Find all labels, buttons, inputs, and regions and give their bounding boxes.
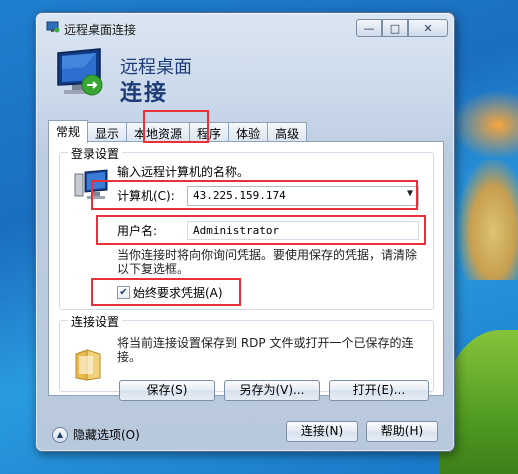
computer-label: 计算机(C):	[117, 189, 175, 203]
tab-display[interactable]: 显示	[87, 122, 128, 142]
connection-settings-title: 连接设置	[68, 313, 123, 330]
always-ask-label[interactable]: 始终要求凭据(A)	[133, 284, 223, 301]
username-field[interactable]: Administrator	[187, 221, 419, 240]
computer-value: 43.225.159.174	[193, 189, 286, 202]
save-button[interactable]: 保存(S)	[119, 380, 215, 401]
computer-icon	[74, 169, 108, 199]
caption-buttons: — □ ✕	[356, 19, 448, 37]
computer-combobox[interactable]: 43.225.159.174 ▼	[187, 186, 419, 206]
hero-title-line2: 连接	[120, 81, 169, 106]
chevron-up-icon[interactable]: ▲	[52, 426, 68, 443]
tab-general[interactable]: 常规	[48, 120, 89, 143]
tab-local-resources[interactable]: 本地资源	[126, 122, 191, 142]
check-icon: ✔	[119, 287, 128, 298]
open-button[interactable]: 打开(E)...	[329, 380, 429, 401]
tab-programs[interactable]: 程序	[189, 122, 230, 142]
maximize-button[interactable]: □	[382, 19, 408, 37]
tab-experience[interactable]: 体验	[228, 122, 269, 142]
help-button[interactable]: 帮助(H)	[366, 421, 438, 442]
general-tab-panel: 登录设置 输入远程计算机的名称。 计算机(C): 43.225.159.174 …	[48, 141, 444, 401]
wallpaper-tree	[458, 160, 518, 280]
username-label: 用户名:	[117, 224, 158, 238]
folder-icon	[75, 349, 101, 381]
always-ask-credentials[interactable]: ✔ 始终要求凭据(A)	[117, 284, 223, 301]
rdp-monitor-icon	[57, 48, 103, 96]
login-instruction: 输入远程计算机的名称。	[117, 165, 250, 179]
connection-note: 将当前连接设置保存到 RDP 文件或打开一个已保存的连接。	[117, 336, 414, 364]
tab-advanced[interactable]: 高级	[267, 122, 308, 142]
tab-strip: 常规 显示 本地资源 程序 体验 高级	[48, 120, 308, 143]
hide-options-toggle[interactable]: ▲ 隐藏选项(O)	[52, 426, 140, 443]
rdp-title-icon	[46, 21, 60, 33]
title-bar[interactable]: 远程桌面连接 — □ ✕	[36, 13, 454, 41]
close-button[interactable]: ✕	[408, 19, 448, 37]
connect-button[interactable]: 连接(N)	[286, 421, 358, 442]
minimize-button[interactable]: —	[356, 19, 382, 37]
credentials-note: 当你连接时将向你询问凭据。要使用保存的凭据，请清除以下复选框。	[117, 248, 418, 276]
window-title: 远程桌面连接	[64, 23, 137, 37]
hide-options-label[interactable]: 隐藏选项(O)	[73, 426, 140, 443]
login-settings-title: 登录设置	[68, 145, 123, 162]
dropdown-arrow-icon[interactable]: ▼	[407, 188, 413, 199]
wallpaper-orange-glow	[450, 90, 518, 160]
remote-desktop-window: 远程桌面连接 — □ ✕ 远程桌面 连接 常规 显示 本地资源 程序 体验 高级…	[35, 12, 455, 452]
always-ask-checkbox[interactable]: ✔	[117, 286, 130, 299]
save-as-button[interactable]: 另存为(V)...	[224, 380, 320, 401]
